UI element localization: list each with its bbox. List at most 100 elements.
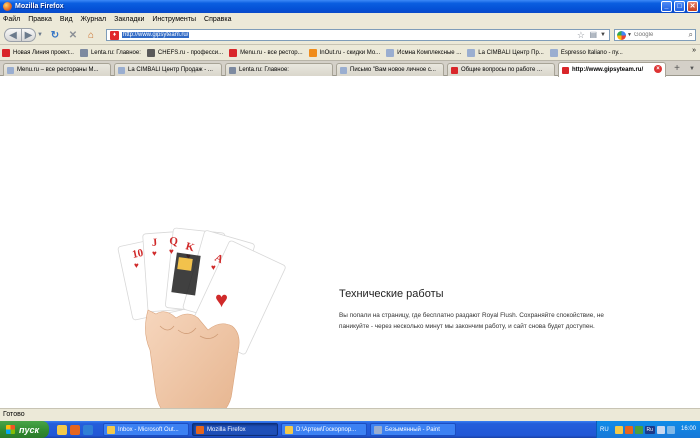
url-dropdown-icon[interactable]: ▼: [600, 30, 606, 40]
tray-app-icon[interactable]: [634, 425, 643, 434]
search-icon[interactable]: ⌕: [689, 30, 693, 40]
taskbar-item[interactable]: Inbox - Microsoft Out...: [103, 423, 189, 436]
bookmark-item[interactable]: CHEFS.ru - професси...: [146, 48, 224, 57]
browser-tab-active[interactable]: http://www.gipsyteam.ru/ ×: [558, 62, 666, 77]
bookmark-favicon-icon: [467, 48, 476, 57]
tab-label: http://www.gipsyteam.ru/: [572, 67, 644, 73]
search-bar[interactable]: ▼ ⌕: [614, 29, 696, 41]
browser-tab[interactable]: Письмо "Вам новое личное с...: [336, 63, 444, 76]
window-controls: _ □ ✕: [661, 1, 698, 12]
stop-button[interactable]: ✕: [67, 28, 79, 42]
menu-history[interactable]: Журнал: [81, 16, 107, 23]
windows-logo-icon: [6, 425, 15, 434]
minimize-button[interactable]: _: [661, 1, 672, 12]
task-label: Безымянный - Paint: [385, 426, 440, 433]
tab-favicon-icon: [118, 66, 125, 74]
bookmark-label: InOut.ru - скидки Мо...: [319, 49, 381, 56]
tab-favicon-icon: [229, 66, 236, 74]
svg-text:♥: ♥: [134, 261, 139, 270]
tab-label: Lenta.ru: Главное:: [239, 67, 289, 73]
reload-button[interactable]: ↻: [49, 28, 61, 42]
bookmarks-toolbar: Новая Линия проект... Lenta.ru: Главное:…: [0, 45, 700, 60]
window-title: Mozilla Firefox: [15, 3, 64, 10]
tab-label: Menu.ru – все рестораны М...: [17, 67, 99, 73]
bookmark-item[interactable]: Lenta.ru: Главное:: [79, 48, 141, 57]
svg-text:♥: ♥: [152, 249, 157, 258]
network-icon[interactable]: [666, 425, 675, 434]
stop-icon: ✕: [68, 29, 78, 41]
tab-favicon-icon: [451, 66, 458, 74]
browser-tab[interactable]: Menu.ru – все рестораны М...: [3, 63, 111, 76]
tab-label: La CIMBALI Центр Продаж - ...: [128, 67, 213, 73]
arrow-left-icon: ◀: [9, 29, 17, 41]
bookmarks-overflow-button[interactable]: »: [692, 47, 696, 54]
bookmark-favicon-icon: [308, 48, 317, 57]
status-text: Готово: [3, 411, 25, 418]
history-dropdown-button[interactable]: ▼: [36, 28, 44, 42]
bookmark-item[interactable]: Espresso Italiano - пу...: [549, 48, 623, 57]
search-input[interactable]: [633, 32, 684, 38]
feed-icon[interactable]: ▤: [589, 30, 597, 40]
menu-bookmarks[interactable]: Закладки: [114, 16, 144, 23]
close-button[interactable]: ✕: [687, 1, 698, 12]
back-button[interactable]: ◀: [4, 28, 22, 42]
menu-tools[interactable]: Инструменты: [152, 16, 196, 23]
taskbar-item-active[interactable]: Mozilla Firefox: [192, 423, 278, 436]
keyboard-layout-icon[interactable]: Ru: [644, 425, 655, 434]
firefox-icon: [3, 2, 12, 11]
google-icon[interactable]: [617, 30, 626, 40]
search-engine-dropdown-icon[interactable]: ▼: [627, 32, 632, 38]
windows-taskbar: пуск Inbox - Microsoft Out... Mozilla Fi…: [0, 421, 700, 438]
start-label: пуск: [19, 424, 40, 435]
new-tab-button[interactable]: +: [671, 63, 683, 75]
bookmark-item[interactable]: La CIMBALI Центр Пр...: [467, 48, 544, 57]
tab-strip: Menu.ru – все рестораны М... La CIMBALI …: [0, 60, 700, 77]
bookmark-item[interactable]: Menu.ru - все рестор...: [229, 48, 303, 57]
bookmark-favicon-icon: [146, 48, 155, 57]
bookmark-favicon-icon: [386, 48, 395, 57]
firefox-launch-icon[interactable]: [70, 424, 80, 435]
chevron-down-icon: ▼: [37, 32, 43, 38]
bookmark-star-icon[interactable]: ☆: [577, 30, 585, 40]
task-label: D:\Артем\Госкорпор...: [296, 426, 357, 433]
forward-button[interactable]: ▶: [22, 28, 36, 42]
status-bar: Готово: [0, 408, 700, 421]
menu-edit[interactable]: Правка: [28, 16, 52, 23]
show-desktop-icon[interactable]: [57, 424, 67, 435]
address-bar[interactable]: ♦ http://www.gipsyteam.ru/ ☆ ▤ ▼: [106, 29, 610, 41]
svg-text:♥: ♥: [169, 247, 174, 256]
home-button[interactable]: ⌂: [85, 28, 97, 42]
taskbar-item[interactable]: D:\Артем\Госкорпор...: [281, 423, 367, 436]
reload-icon: ↻: [50, 29, 60, 41]
tab-list-button[interactable]: ▼: [686, 63, 698, 75]
bookmark-label: Menu.ru - все рестор...: [240, 49, 303, 56]
tab-label: Общие вопросы по работе ...: [461, 67, 543, 73]
browser-tab[interactable]: Общие вопросы по работе ...: [447, 63, 555, 76]
browser-tab[interactable]: Lenta.ru: Главное:: [225, 63, 333, 76]
bookmark-label: CHEFS.ru - професси...: [157, 49, 224, 56]
taskbar-item[interactable]: Безымянный - Paint: [370, 423, 456, 436]
bookmark-label: Lenta.ru: Главное:: [90, 49, 141, 56]
arrow-right-icon: ▶: [24, 29, 33, 41]
start-button[interactable]: пуск: [0, 421, 49, 438]
tray-app-icon[interactable]: [614, 425, 623, 434]
maximize-button[interactable]: □: [674, 1, 685, 12]
language-indicator[interactable]: RU: [600, 427, 609, 433]
bookmark-item[interactable]: Исмна Комплексные ...: [386, 48, 461, 57]
tab-favicon-icon: [340, 66, 347, 74]
menu-file[interactable]: Файл: [3, 16, 20, 23]
menu-view[interactable]: Вид: [60, 16, 73, 23]
bookmark-item[interactable]: InOut.ru - скидки Мо...: [308, 48, 381, 57]
task-app-icon: [285, 425, 293, 434]
volume-icon[interactable]: [656, 425, 665, 434]
ie-launch-icon[interactable]: [83, 424, 93, 435]
tab-close-icon[interactable]: ×: [654, 65, 662, 73]
bookmark-label: Новая Линия проект...: [13, 49, 74, 56]
url-text[interactable]: http://www.gipsyteam.ru/: [122, 32, 190, 38]
royal-flush-hand-illustration: 10 J Q K A ♥ ♥ ♥ ♥ ♥ ♥ A: [85, 227, 335, 425]
bookmark-item[interactable]: Новая Линия проект...: [2, 48, 74, 57]
task-label: Inbox - Microsoft Out...: [118, 426, 179, 433]
menu-help[interactable]: Справка: [204, 16, 231, 23]
browser-tab[interactable]: La CIMBALI Центр Продаж - ...: [114, 63, 222, 76]
tray-app-icon[interactable]: [624, 425, 633, 434]
